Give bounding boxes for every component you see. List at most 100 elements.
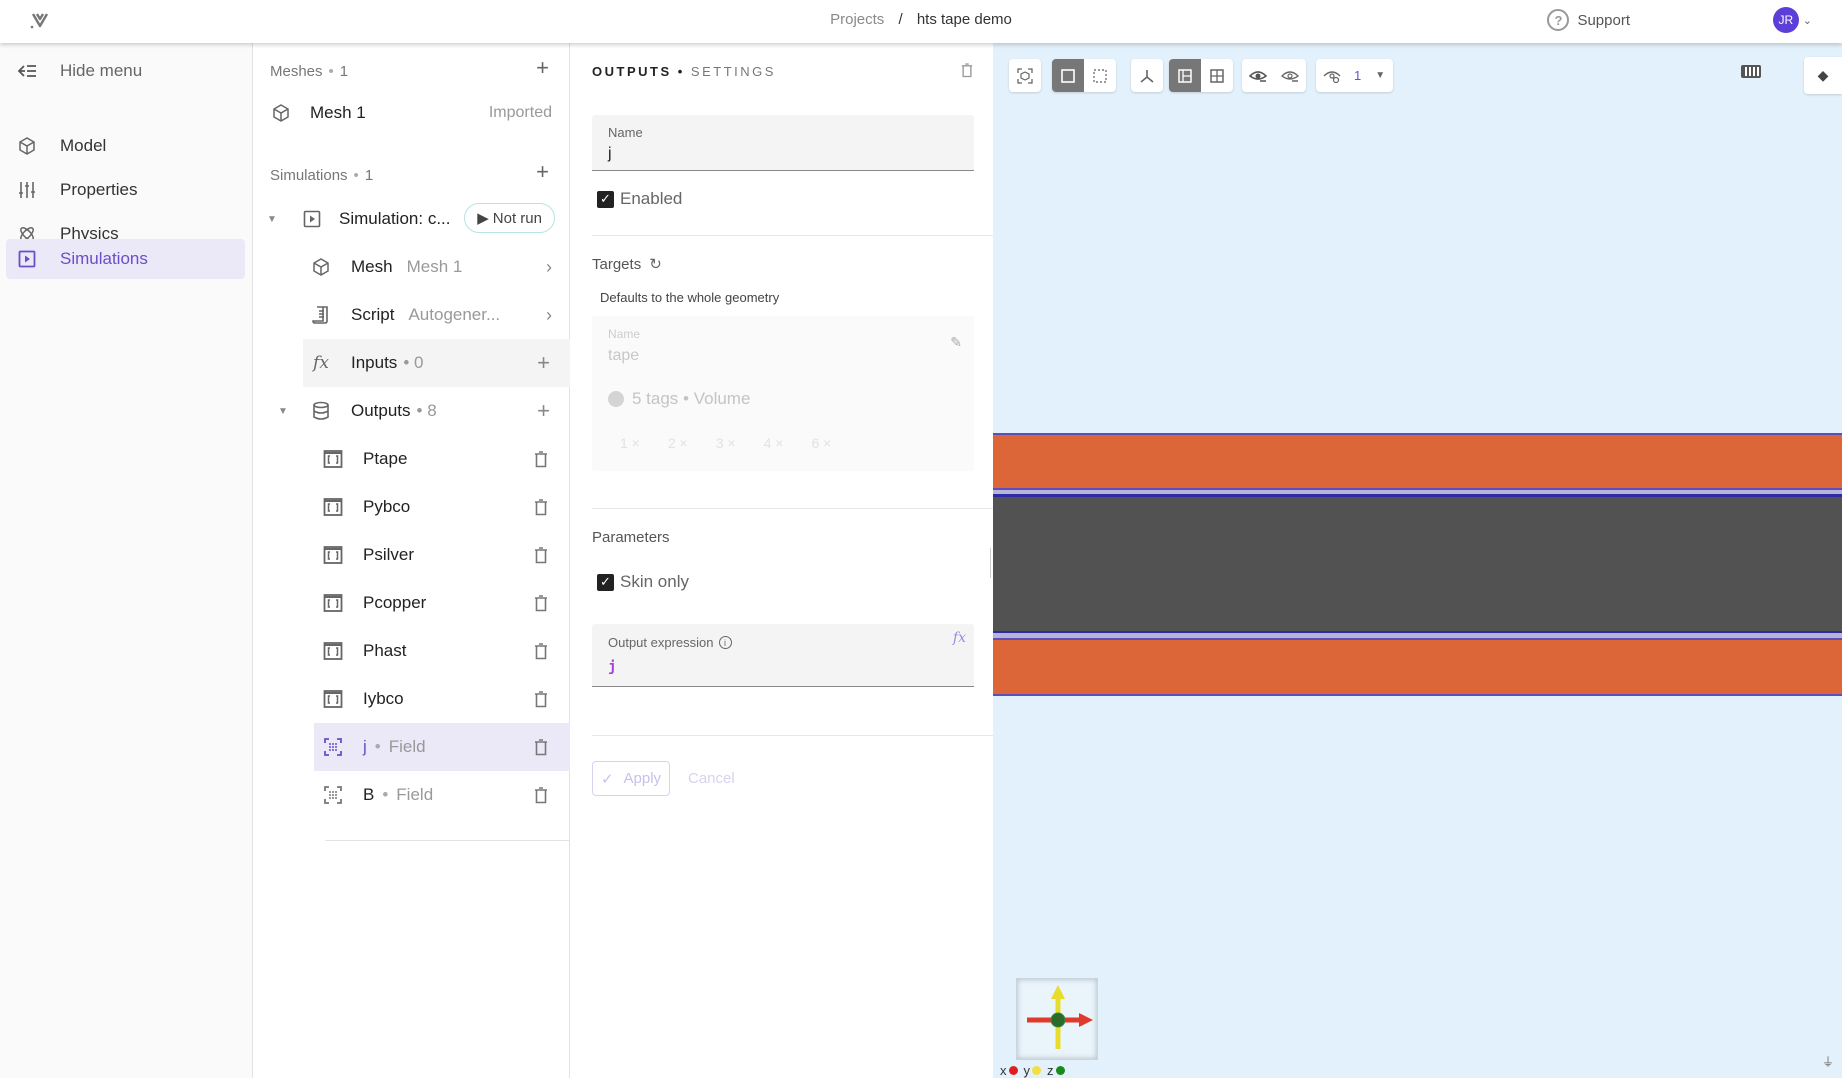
caret-down-icon[interactable]: ▼ <box>267 214 277 225</box>
sidebar-item-model[interactable]: Model <box>6 126 245 166</box>
toolbar-group-selection <box>1052 59 1116 92</box>
settings-title-sub: SETTINGS <box>690 64 776 79</box>
output-item[interactable]: Ptape <box>253 435 570 483</box>
fit-view-button[interactable] <box>1009 59 1041 92</box>
meshes-count: 1 <box>339 63 349 80</box>
checkbox-checked-icon: ✓ <box>597 190 614 208</box>
delete-output-icon[interactable] <box>961 63 973 78</box>
hide-selected-button[interactable] <box>1242 59 1274 92</box>
layer-number: 1 <box>1354 68 1362 83</box>
layer-visibility-button[interactable] <box>1316 59 1348 92</box>
keyboard-shortcuts-icon[interactable] <box>1741 65 1761 78</box>
z-axis-label: z <box>1047 1063 1054 1078</box>
geometry-layer-bottom[interactable] <box>993 640 1842 694</box>
help-circle-icon: ? <box>1547 9 1570 31</box>
axes-button[interactable] <box>1131 59 1163 92</box>
trash-icon[interactable] <box>534 690 548 708</box>
fit-view-icon <box>1017 67 1033 84</box>
select-solid-button[interactable] <box>1052 59 1084 92</box>
3d-viewer[interactable]: 1 ▼ ◆ x y z ⏚ <box>993 43 1842 1078</box>
simulation-outputs-item[interactable]: ▼ Outputs • 8 + <box>253 387 570 435</box>
output-item-selected[interactable]: j • Field <box>314 723 570 771</box>
trash-icon[interactable] <box>534 546 548 564</box>
tag-chip[interactable]: 1 × <box>620 435 640 451</box>
output-expression-field[interactable]: Output expression i fx j <box>592 624 974 687</box>
add-input-button[interactable]: + <box>537 350 550 376</box>
hide-menu-button[interactable]: Hide menu <box>6 51 245 91</box>
chevron-right-icon: › <box>546 256 552 277</box>
add-output-button[interactable]: + <box>537 398 550 424</box>
simulations-header: Simulations • 1 <box>270 167 374 184</box>
tag-chip[interactable]: 6 × <box>811 435 831 451</box>
simulation-inputs-item[interactable]: fx Inputs • 0 + <box>303 339 570 387</box>
add-simulation-button[interactable]: + <box>536 159 549 185</box>
separator-dot: • <box>374 737 381 756</box>
dashed-square-icon <box>1093 68 1107 83</box>
simulation-label: Simulation: c... <box>339 209 451 228</box>
breadcrumb-separator: / <box>898 11 903 28</box>
output-item[interactable]: B • Field <box>253 771 570 819</box>
function-editor-icon[interactable]: fx <box>953 630 966 646</box>
layer-dropdown-button[interactable]: ▼ <box>1367 59 1393 92</box>
user-menu[interactable]: JR ⌄ <box>1772 7 1812 33</box>
expression-value[interactable]: j <box>608 659 616 675</box>
perspective-view-icon <box>1178 68 1192 83</box>
cube-icon <box>309 255 333 279</box>
output-item[interactable]: Pcopper <box>253 579 570 627</box>
trash-icon[interactable] <box>534 450 548 468</box>
simulation-script-item[interactable]: Script Autogener... › <box>253 291 570 339</box>
simulation-item[interactable]: ▼ Simulation: c... ▶ Not run <box>253 195 570 243</box>
simulation-mesh-item[interactable]: Mesh Mesh 1 › <box>253 243 570 291</box>
support-button[interactable]: ? Support <box>1547 9 1630 31</box>
sidebar-item-simulations[interactable]: Simulations <box>6 239 245 279</box>
enabled-checkbox[interactable]: ✓ Enabled <box>597 189 682 209</box>
toolbar-group-fit <box>1009 59 1041 92</box>
enabled-label: Enabled <box>620 189 683 208</box>
geometry-layer-core[interactable] <box>993 497 1842 631</box>
name-field[interactable]: Name j <box>592 115 974 171</box>
quad-view-button[interactable] <box>1201 59 1233 92</box>
outputs-count: • 8 <box>416 401 437 420</box>
breadcrumb-projects-link[interactable]: Projects <box>830 11 884 28</box>
info-icon[interactable]: i <box>718 636 732 649</box>
tag-chip[interactable]: 2 × <box>668 435 688 451</box>
refresh-icon[interactable]: ↻ <box>649 255 662 273</box>
output-item[interactable]: Psilver <box>253 531 570 579</box>
scalar-output-icon <box>321 591 345 615</box>
output-item[interactable]: Pybco <box>253 483 570 531</box>
trash-icon[interactable] <box>534 786 548 804</box>
trash-icon[interactable] <box>534 594 548 612</box>
edit-pencil-icon[interactable]: ✎ <box>950 334 962 351</box>
geometry-layer-top[interactable] <box>993 435 1842 488</box>
trash-icon[interactable] <box>534 738 548 756</box>
skin-only-label: Skin only <box>620 572 689 591</box>
skin-only-checkbox[interactable]: ✓ Skin only <box>597 572 689 592</box>
tag-chip[interactable]: 4 × <box>764 435 784 451</box>
select-box-button[interactable] <box>1084 59 1116 92</box>
sliders-icon <box>14 180 40 200</box>
output-item[interactable]: Phast <box>253 627 570 675</box>
output-label: Phast <box>363 641 407 660</box>
run-status-button[interactable]: ▶ Not run <box>464 203 555 233</box>
x-axis-label: x <box>1000 1063 1007 1078</box>
sidebar-item-properties[interactable]: Properties <box>6 170 245 210</box>
cancel-button[interactable]: Cancel <box>688 770 735 787</box>
paint-bucket-button[interactable]: ◆ <box>1804 57 1842 94</box>
name-field-value[interactable]: j <box>608 145 612 163</box>
caret-down-icon: ▼ <box>1375 70 1386 81</box>
caret-down-icon[interactable]: ▼ <box>278 406 288 417</box>
apply-button[interactable]: ✓ Apply <box>592 761 670 796</box>
trash-icon[interactable] <box>534 642 548 660</box>
mesh-item[interactable]: Mesh 1 Imported <box>253 89 570 137</box>
axes-gizmo[interactable] <box>1016 978 1098 1060</box>
add-mesh-button[interactable]: + <box>536 55 549 81</box>
hide-others-button[interactable] <box>1274 59 1306 92</box>
trash-icon[interactable] <box>534 498 548 516</box>
single-view-button[interactable] <box>1169 59 1201 92</box>
tag-chip[interactable]: 3 × <box>716 435 736 451</box>
grid-view-icon <box>1210 68 1224 83</box>
scalar-output-icon <box>321 687 345 711</box>
output-item[interactable]: Iybco <box>253 675 570 723</box>
target-tags-summary: 5 tags • Volume <box>608 389 750 409</box>
axes-gizmo-icon <box>1027 985 1093 1049</box>
